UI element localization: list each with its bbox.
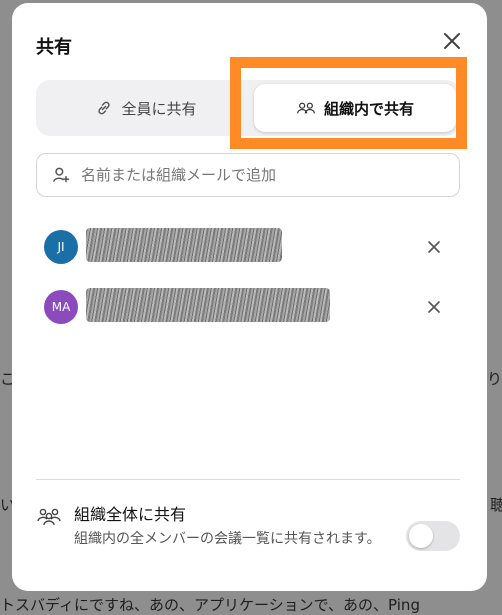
background-text-right-1: り [487, 370, 502, 388]
member-row: JI [44, 222, 454, 272]
background-transcript-line: トスバディにですね、あの、アプリケーションで、あの、Ping [0, 596, 420, 614]
add-person-icon [52, 167, 70, 183]
tab-share-within-organization-label: 組織内で共有 [323, 99, 414, 118]
toggle-knob [409, 524, 433, 548]
add-member-input[interactable] [79, 165, 443, 185]
background-text-right-2: 聴 [490, 496, 502, 514]
share-dialog: 共有 全員に共有 組織内で共有 名前または組織メールで追加 JI MA 組織全体… [12, 3, 487, 591]
tab-share-within-organization[interactable]: 組織内で共有 [254, 84, 456, 132]
section-divider [36, 479, 460, 480]
add-member-search[interactable] [36, 153, 460, 197]
people-icon [296, 102, 316, 114]
organization-share-title: 組織全体に共有 [74, 505, 187, 524]
avatar: MA [44, 290, 78, 324]
avatar: JI [44, 230, 78, 264]
dialog-title: 共有 [36, 37, 72, 58]
redacted-member-info [86, 228, 282, 262]
share-mode-tabs: 全員に共有 組織内で共有 [36, 80, 460, 136]
close-icon[interactable] [440, 29, 464, 53]
remove-member-icon[interactable] [424, 237, 444, 257]
link-icon [98, 101, 111, 115]
organization-share-toggle[interactable] [406, 521, 460, 551]
tab-share-with-everyone[interactable]: 全員に共有 [40, 84, 252, 132]
remove-member-icon[interactable] [424, 297, 444, 317]
tab-share-with-everyone-label: 全員に共有 [121, 99, 197, 118]
redacted-member-info [86, 288, 330, 322]
organization-people-icon [37, 508, 61, 526]
organization-share-description: 組織内の全メンバーの会議一覧に共有されます。 [74, 531, 381, 547]
member-row: MA [44, 282, 454, 332]
